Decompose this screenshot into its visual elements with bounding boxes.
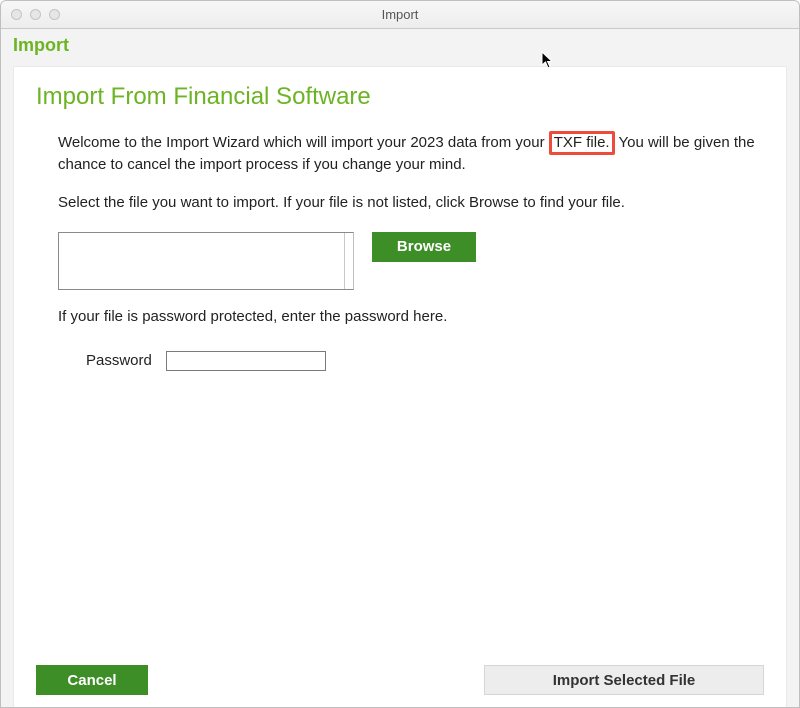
- password-row: Password: [36, 351, 764, 371]
- select-file-text: Select the file you want to import. If y…: [36, 193, 764, 213]
- intro-text-before: Welcome to the Import Wizard which will …: [58, 134, 549, 151]
- password-note: If your file is password protected, ente…: [36, 308, 764, 325]
- txf-file-highlight: TXF file.: [549, 131, 615, 155]
- titlebar: Import: [1, 1, 799, 29]
- zoom-window-icon[interactable]: [49, 9, 60, 20]
- file-select-row: Browse: [36, 232, 764, 290]
- cancel-button[interactable]: Cancel: [36, 665, 148, 695]
- section-header: Import: [1, 29, 799, 66]
- password-input[interactable]: [166, 351, 326, 371]
- window-controls: [1, 9, 60, 20]
- page-title: Import From Financial Software: [36, 83, 764, 111]
- password-label: Password: [86, 352, 152, 369]
- file-list-box[interactable]: [58, 232, 354, 290]
- footer-buttons: Cancel Import Selected File: [36, 665, 764, 695]
- browse-button[interactable]: Browse: [372, 232, 476, 262]
- content-card: Import From Financial Software Welcome t…: [13, 66, 787, 708]
- minimize-window-icon[interactable]: [30, 9, 41, 20]
- import-selected-file-button[interactable]: Import Selected File: [484, 665, 764, 695]
- intro-text: Welcome to the Import Wizard which will …: [36, 131, 764, 175]
- close-window-icon[interactable]: [11, 9, 22, 20]
- window-title: Import: [1, 7, 799, 22]
- import-window: Import Import Import From Financial Soft…: [0, 0, 800, 708]
